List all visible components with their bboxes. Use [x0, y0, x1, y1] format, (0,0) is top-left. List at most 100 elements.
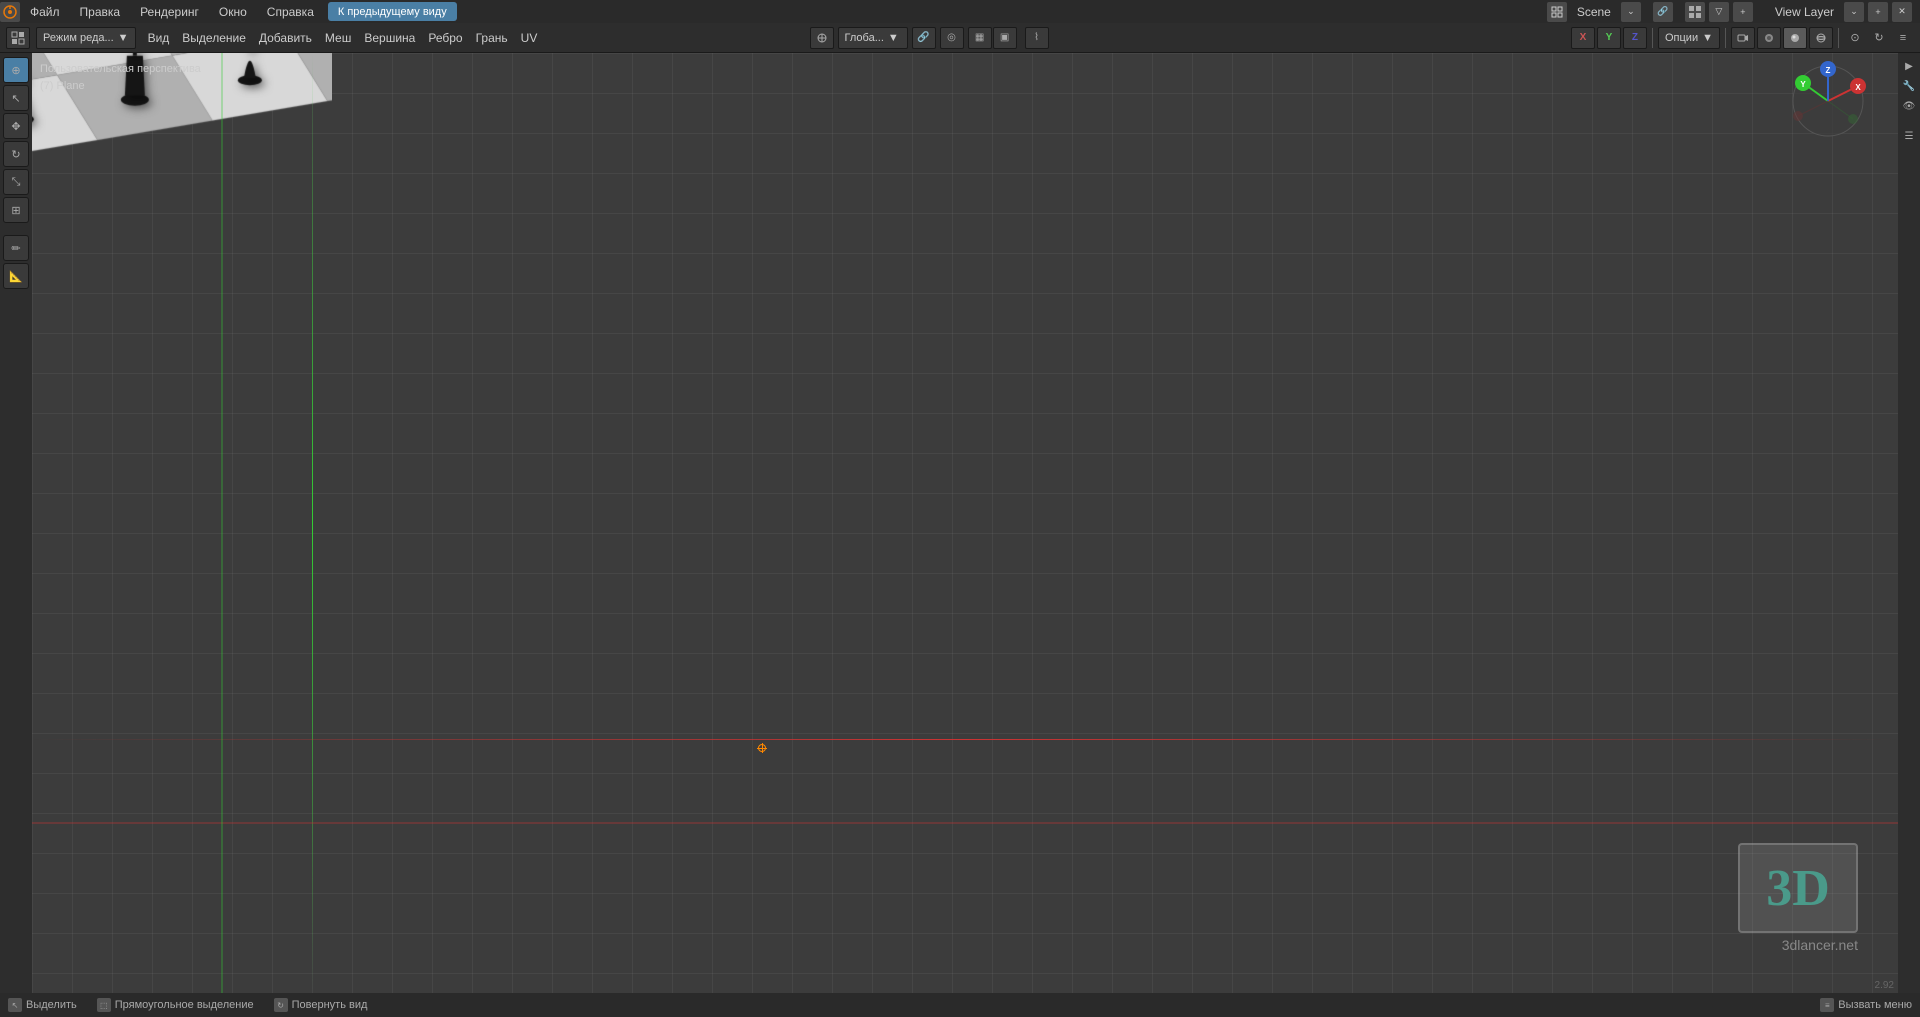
more-options[interactable]: ▽ [1709, 2, 1729, 22]
workspace-icon[interactable] [1547, 2, 1567, 22]
scale-tool[interactable]: ⤡ [3, 169, 29, 195]
rect-select-label: Прямоугольное выделение [115, 999, 254, 1011]
main-viewport[interactable]: Пользовательская перспектива (7) Plane X… [32, 53, 1898, 993]
rotate-label: Повернуть вид [292, 999, 368, 1011]
menu-mesh[interactable]: Меш [319, 27, 357, 49]
x-axis-line [32, 739, 1898, 740]
status-rotate: ↻ Повернуть вид [274, 998, 368, 1012]
right-toolbar: X Y Z Опции ▼ [1571, 27, 1914, 49]
add-workspace[interactable]: + [1733, 2, 1753, 22]
measure-tool[interactable]: 📐 [3, 263, 29, 289]
version-label: 2.92 [1875, 980, 1894, 991]
menu-add[interactable]: Добавить [253, 27, 318, 49]
go-back-button[interactable]: К предыдущему виду [328, 2, 457, 21]
stat-vis[interactable]: ⌇ [1025, 27, 1049, 49]
mode-selector-group: Режим реда... ▼ [36, 27, 136, 49]
camera-view-btn[interactable] [1731, 27, 1755, 49]
view-layer-label: View Layer [1769, 5, 1840, 19]
view-menu-group: Вид Выделение Добавить Меш Вершина Ребро… [142, 27, 544, 49]
left-toolbar: ⊕ ↖ ✥ ↻ ⤡ ⊞ ✏ 📐 [0, 53, 32, 993]
annotate-tool[interactable]: ✏ [3, 235, 29, 261]
rotate-tool[interactable]: ↻ [3, 141, 29, 167]
navigation-gizmo[interactable]: X Y Z [1788, 61, 1868, 141]
wireframe-btn[interactable] [1809, 27, 1833, 49]
viewport-gizmo-toggle[interactable] [810, 27, 834, 49]
menu-file[interactable]: Файл [20, 0, 70, 23]
xyz-x[interactable]: X [1571, 27, 1595, 49]
watermark-site-label: 3dlancer.net [1738, 937, 1858, 953]
header-toggle[interactable]: ≡ [1892, 27, 1914, 49]
tool-panel-toggle[interactable]: 🔧 [1900, 77, 1918, 95]
overlay-btn[interactable]: ▦ [968, 27, 992, 49]
menu-select[interactable]: Выделение [176, 27, 252, 49]
grid-options[interactable] [1685, 2, 1705, 22]
mode-dropdown-icon: ▼ [118, 32, 129, 44]
menu-edit[interactable]: Правка [70, 0, 131, 23]
watermark: 3D 3dlancer.net [1738, 843, 1858, 953]
center-toolbar: Глоба... ▼ 🔗 ◎ ▦ ▣ ⌇ [810, 27, 1049, 49]
solid-view-btn[interactable] [1783, 27, 1807, 49]
transform-space-selector[interactable]: Глоба... ▼ [838, 27, 908, 49]
editor-toolbar: Режим реда... ▼ Вид Выделение Добавить М… [0, 23, 1920, 53]
menu-help[interactable]: Справка [257, 0, 324, 23]
right-toolbar: ▶ 🔧 👁 ☰ [1898, 53, 1920, 993]
chess-3d-canvas [32, 53, 332, 203]
options-selector[interactable]: Опции ▼ [1658, 27, 1720, 49]
menu-uv[interactable]: UV [515, 27, 544, 49]
view-panel-toggle[interactable]: 👁 [1900, 97, 1918, 115]
watermark-3d-text: 3D [1738, 843, 1858, 933]
overlay-toggle[interactable]: ⊙ [1844, 27, 1866, 49]
select-status-icon: ↖ [8, 998, 22, 1012]
select-tool[interactable]: ↖ [3, 85, 29, 111]
view-layer-remove[interactable]: ✕ [1892, 2, 1912, 22]
3d-cursor [758, 744, 766, 752]
toolbar-sep-3 [1838, 28, 1839, 48]
transform-tool[interactable]: ⊞ [3, 197, 29, 223]
gizmo-svg: X Y Z [1788, 61, 1868, 141]
top-menu-bar: Файл Правка Рендеринг Окно Справка К пре… [0, 0, 1920, 23]
select-label: Выделить [26, 999, 77, 1011]
svg-text:X: X [1855, 83, 1861, 92]
scene-label: Scene [1571, 5, 1617, 19]
status-rect-select: ⬚ Прямоугольное выделение [97, 998, 254, 1012]
rotate-status-icon: ↻ [274, 998, 288, 1012]
menu-edge[interactable]: Ребро [422, 27, 468, 49]
toolbar-sep-2 [1725, 28, 1726, 48]
xyz-z[interactable]: Z [1623, 27, 1647, 49]
menu-window[interactable]: Окно [209, 0, 257, 23]
link-icon[interactable]: 🔗 [1653, 2, 1673, 22]
svg-text:Z: Z [1826, 66, 1831, 75]
sidebar-collections[interactable]: ☰ [1900, 127, 1918, 145]
cursor-tool[interactable]: ⊕ [3, 57, 29, 83]
svg-text:Y: Y [1800, 80, 1806, 89]
snap-toggle[interactable]: 🔗 [912, 27, 936, 49]
editor-type-btn[interactable] [6, 27, 30, 49]
mode-selector[interactable]: Режим реда... ▼ [36, 27, 136, 49]
menu-face[interactable]: Грань [470, 27, 514, 49]
render-preview-btn[interactable] [1757, 27, 1781, 49]
gizmo-toggle[interactable]: ↻ [1868, 27, 1890, 49]
menu-view[interactable]: Вид [142, 27, 176, 49]
mesh-display-group: ▦ ▣ [968, 27, 1017, 49]
proportional-edit[interactable]: ◎ [940, 27, 964, 49]
editor-type-group [6, 27, 30, 49]
status-menu: ≡ Вызвать меню [1820, 998, 1912, 1012]
item-panel-toggle[interactable]: ▶ [1900, 57, 1918, 75]
blender-icon[interactable] [0, 2, 20, 22]
xyz-y[interactable]: Y [1597, 27, 1621, 49]
rect-select-status-icon: ⬚ [97, 998, 111, 1012]
status-select: ↖ Выделить [8, 998, 77, 1012]
view-layer-selector[interactable]: ⌄ [1844, 2, 1864, 22]
menu-render[interactable]: Рендеринг [130, 0, 209, 23]
menu-vertex[interactable]: Вершина [358, 27, 421, 49]
mode-label: Режим реда... [43, 32, 114, 44]
menu-status-icon: ≡ [1820, 998, 1834, 1012]
y-axis-line [312, 53, 313, 993]
scene-selector[interactable]: ⌄ [1621, 2, 1641, 22]
toolbar-sep-1 [1652, 28, 1653, 48]
status-bar: ↖ Выделить ⬚ Прямоугольное выделение ↻ П… [0, 993, 1920, 1017]
menu-label: Вызвать меню [1838, 999, 1912, 1011]
view-layer-new[interactable]: + [1868, 2, 1888, 22]
xray-btn[interactable]: ▣ [993, 27, 1017, 49]
move-tool[interactable]: ✥ [3, 113, 29, 139]
